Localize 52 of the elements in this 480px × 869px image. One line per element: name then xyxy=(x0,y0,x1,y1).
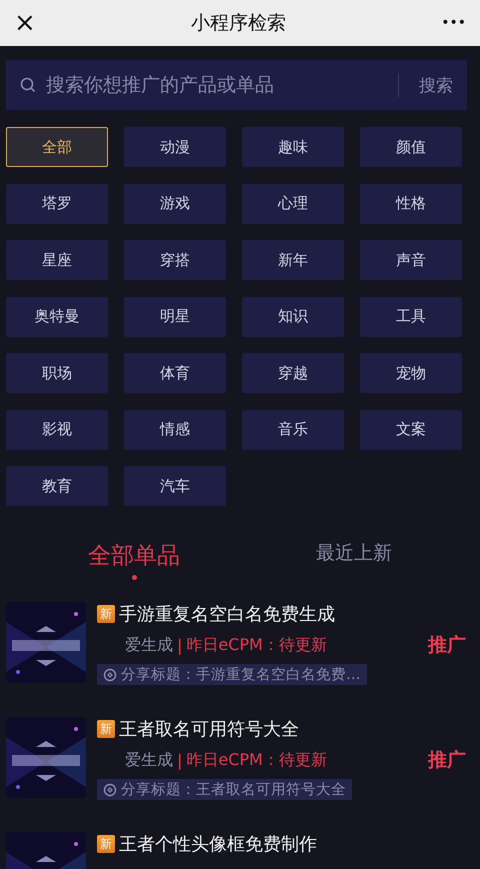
category-button[interactable]: 全部 xyxy=(6,127,108,167)
category-button[interactable]: 穿搭 xyxy=(124,240,226,280)
category-button[interactable]: 汽车 xyxy=(124,466,226,506)
new-badge: 新 xyxy=(97,835,115,853)
category-button[interactable]: 体育 xyxy=(124,353,226,393)
category-button[interactable]: 教育 xyxy=(6,466,108,506)
search-field[interactable]: 搜索你想推广的产品或单品 搜索 xyxy=(6,60,467,110)
more-button[interactable]: ••• xyxy=(441,15,466,31)
tab[interactable]: 最近上新 xyxy=(316,540,392,580)
category-button[interactable]: 影视 xyxy=(6,410,108,450)
category-button[interactable]: 宠物 xyxy=(360,353,462,393)
tab[interactable]: 全部单品 xyxy=(88,540,180,580)
category-button[interactable]: 明星 xyxy=(124,296,226,336)
category-button[interactable]: 心理 xyxy=(242,184,344,224)
source-name: 爱生成 xyxy=(125,750,173,770)
promote-button[interactable]: 推广 xyxy=(428,632,466,658)
search-button[interactable]: 搜索 xyxy=(419,74,453,96)
category-button[interactable]: 星座 xyxy=(6,240,108,280)
category-button[interactable]: 奥特曼 xyxy=(6,296,108,336)
new-badge: 新 xyxy=(97,605,115,623)
promote-button[interactable]: 推广 xyxy=(428,747,466,773)
category-button[interactable]: 动漫 xyxy=(124,127,226,167)
item-title[interactable]: 王者取名可用符号大全 xyxy=(119,717,299,741)
close-button[interactable]: × xyxy=(14,8,36,38)
category-button[interactable]: 职场 xyxy=(6,353,108,393)
page-title: 小程序检索 xyxy=(191,11,286,36)
category-button[interactable]: 性格 xyxy=(360,184,462,224)
new-badge: 新 xyxy=(97,720,115,738)
item-title[interactable]: 手游重复名空白名免费生成 xyxy=(119,602,335,626)
category-button[interactable]: 工具 xyxy=(360,296,462,336)
share-icon xyxy=(103,668,117,682)
category-button[interactable]: 音乐 xyxy=(242,410,344,450)
category-button[interactable]: 塔罗 xyxy=(6,184,108,224)
category-button[interactable]: 文案 xyxy=(360,410,462,450)
separator: | xyxy=(177,636,182,654)
share-title: 分享标题：手游重复名空白名免费… xyxy=(121,666,360,684)
category-button[interactable]: 游戏 xyxy=(124,184,226,224)
category-button[interactable]: 新年 xyxy=(242,240,344,280)
category-button[interactable]: 穿越 xyxy=(242,353,344,393)
ecpm-text: 昨日eCPM：待更新 xyxy=(186,634,327,656)
category-button[interactable]: 颜值 xyxy=(360,127,462,167)
item-title[interactable]: 王者个性头像框免费制作 xyxy=(119,832,317,856)
ecpm-text: 昨日eCPM：待更新 xyxy=(186,750,327,770)
category-button[interactable]: 情感 xyxy=(124,410,226,450)
search-icon xyxy=(20,77,36,93)
source-name: 爱生成 xyxy=(125,634,173,656)
separator: | xyxy=(177,750,182,770)
share-icon xyxy=(103,782,117,796)
share-title: 分享标题：王者取名可用符号大全 xyxy=(121,780,346,799)
category-button[interactable]: 知识 xyxy=(242,296,344,336)
category-button[interactable]: 声音 xyxy=(360,240,462,280)
category-button[interactable]: 趣味 xyxy=(242,127,344,167)
